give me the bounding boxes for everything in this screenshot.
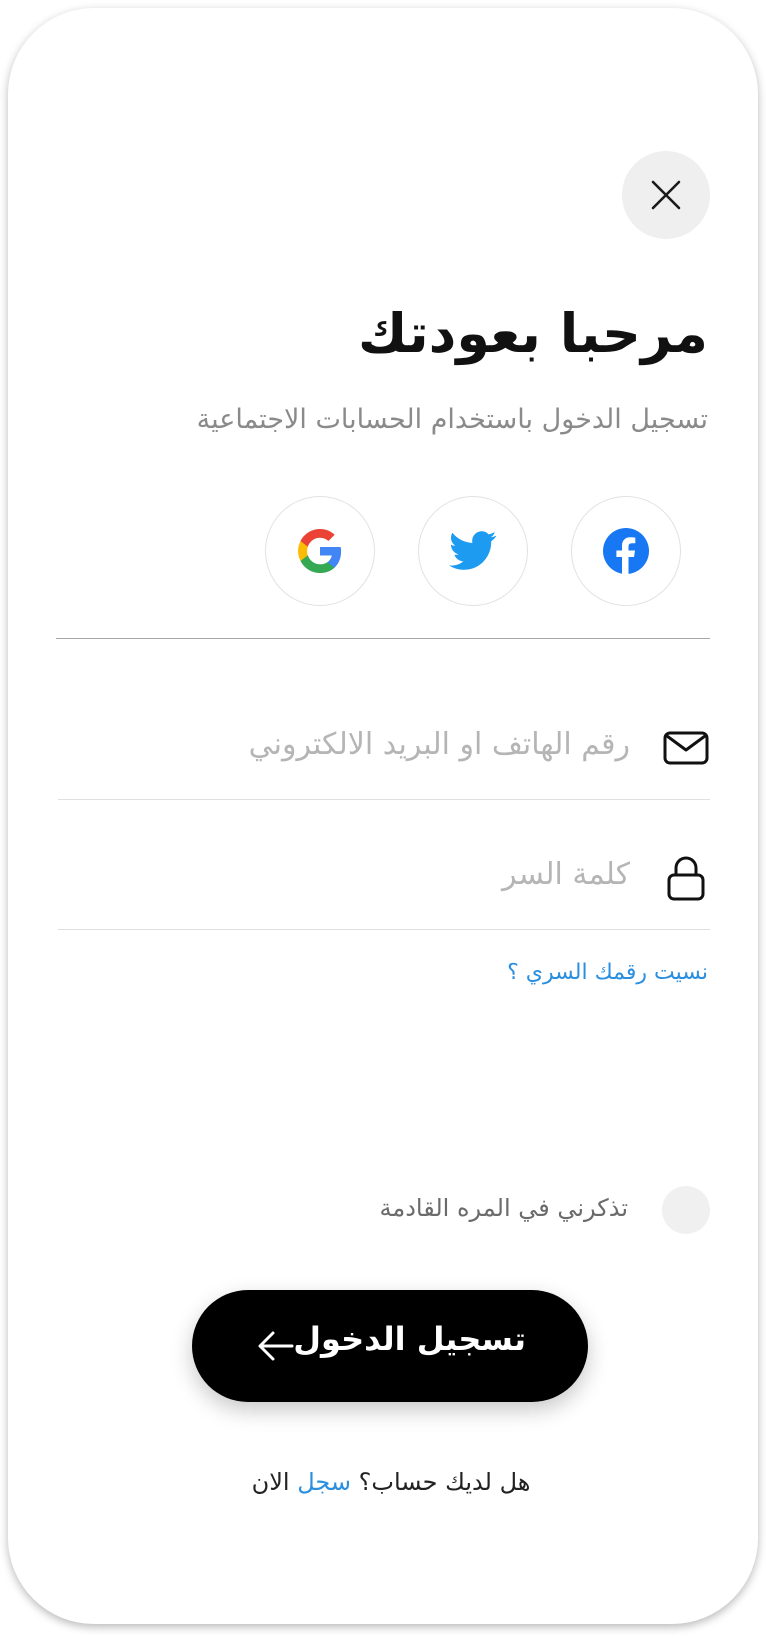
remember-me-label: تذكرني في المره القادمة <box>379 1194 628 1222</box>
login-button[interactable]: تسجيل الدخول <box>192 1290 588 1402</box>
envelope-icon <box>663 731 709 765</box>
identifier-input[interactable] <box>90 714 630 774</box>
lock-icon <box>667 856 705 901</box>
google-icon <box>298 529 342 573</box>
field-underline <box>58 799 710 800</box>
close-icon <box>651 180 681 210</box>
page-subtitle: تسجيل الدخول باستخدام الحسابات الاجتماعي… <box>196 404 708 435</box>
field-underline <box>58 929 710 930</box>
page-title: مرحبا بعودتك <box>358 302 708 365</box>
arrow-left-icon <box>258 1331 294 1361</box>
identifier-field <box>58 704 710 800</box>
signup-link[interactable]: سجل <box>297 1468 351 1496</box>
twitter-login-button[interactable] <box>418 496 528 606</box>
login-screen: مرحبا بعودتك تسجيل الدخول باستخدام الحسا… <box>8 8 758 1624</box>
facebook-icon <box>603 528 649 574</box>
password-input[interactable] <box>90 844 630 904</box>
remember-me-toggle[interactable] <box>662 1186 710 1234</box>
signup-question: هل لديك حساب؟ <box>358 1468 531 1496</box>
login-button-label: تسجيل الدخول <box>293 1320 526 1358</box>
google-login-button[interactable] <box>265 496 375 606</box>
close-button[interactable] <box>622 151 710 239</box>
twitter-icon <box>449 531 497 570</box>
signup-prompt: هل لديك حساب؟ سجل الان <box>8 1468 758 1496</box>
facebook-login-button[interactable] <box>571 496 681 606</box>
forgot-password-link[interactable]: نسيت رقمك السري ؟ <box>507 960 708 985</box>
password-field <box>58 834 710 930</box>
signup-suffix: الان <box>251 1468 290 1496</box>
divider <box>56 638 710 639</box>
